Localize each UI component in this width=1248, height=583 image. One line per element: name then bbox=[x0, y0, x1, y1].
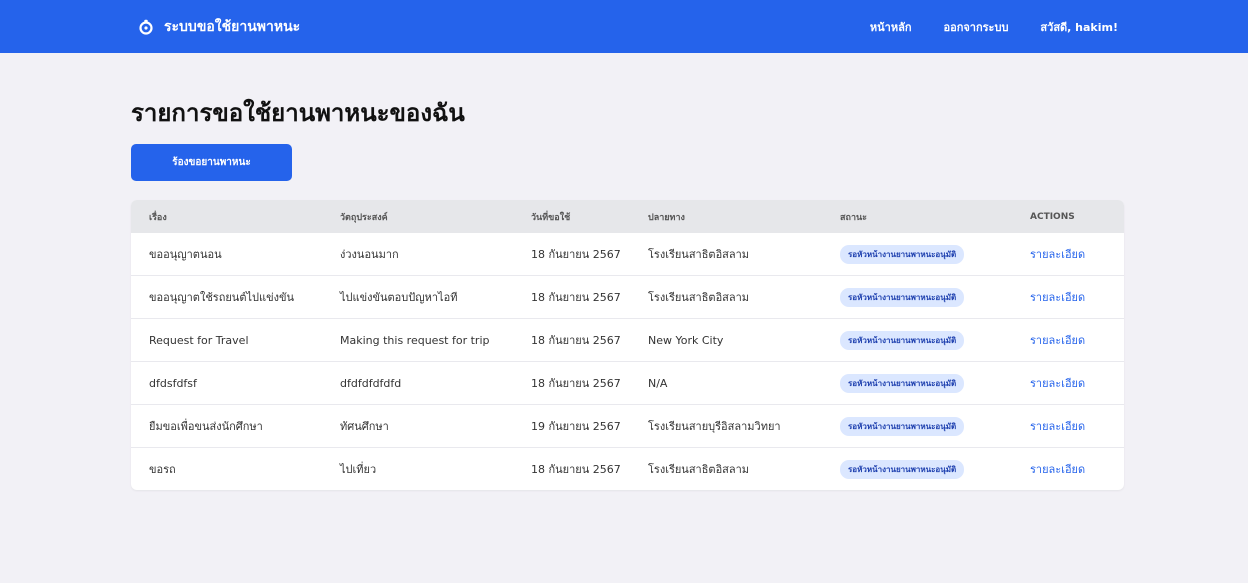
nav-logout-link[interactable]: ออกจากระบบ bbox=[943, 18, 1008, 36]
status-badge: รอหัวหน้างานยานพาหนะอนุมัติ bbox=[840, 373, 965, 393]
cell-purpose: ไปเที่ยว bbox=[322, 447, 513, 490]
cell-subject: ขออนุญาตนอน bbox=[149, 248, 222, 261]
cell-date: 18 กันยายน 2567 bbox=[513, 275, 630, 319]
table-row: ขออนุญาตนอน ง่วงนอนมาก 18 กันยายน 2567 โ… bbox=[131, 233, 1124, 276]
main-content: รายการขอใช้ยานพาหนะของฉัน ร้องขอยานพาหนะ… bbox=[0, 53, 1248, 490]
brand[interactable]: ระบบขอใช้ยานพาหนะ bbox=[138, 16, 300, 38]
cell-destination: โรงเรียนสาธิตอิสลาม bbox=[648, 248, 750, 261]
cell-status: รอหัวหน้างานยานพาหนะอนุมัติ bbox=[822, 447, 1012, 490]
column-header-destination: ปลายทาง bbox=[630, 200, 822, 233]
cell-status: รอหัวหน้างานยานพาหนะอนุมัติ bbox=[822, 404, 1012, 448]
cell-date: 18 กันยายน 2567 bbox=[531, 248, 621, 261]
column-header-purpose: วัตถุประสงค์ bbox=[322, 200, 513, 233]
cell-actions: รายละเอียด bbox=[1012, 361, 1124, 405]
page-title: รายการขอใช้ยานพาหนะของฉัน bbox=[131, 99, 465, 127]
brand-title: ระบบขอใช้ยานพาหนะ bbox=[164, 18, 301, 35]
requests-table-card: เรื่อง วัตถุประสงค์ วันที่ขอใช้ ปลายทาง … bbox=[131, 200, 1124, 490]
status-badge: รอหัวหน้างานยานพาหนะอนุมัติ bbox=[840, 459, 965, 479]
details-link[interactable]: รายละเอียด bbox=[1030, 420, 1085, 433]
details-link[interactable]: รายละเอียด bbox=[1030, 463, 1085, 476]
details-link[interactable]: รายละเอียด bbox=[1030, 248, 1085, 261]
cell-actions: รายละเอียด bbox=[1012, 233, 1124, 276]
cell-status: รอหัวหน้างานยานพาหนะอนุมัติ bbox=[822, 275, 1012, 319]
column-header-actions: ACTIONS bbox=[1012, 200, 1124, 233]
status-badge: รอหัวหน้างานยานพาหนะอนุมัติ bbox=[840, 287, 965, 307]
cell-subject: ขออนุญาตใช้รถยนต์ไปแข่งขัน bbox=[131, 275, 322, 319]
requests-table: เรื่อง วัตถุประสงค์ วันที่ขอใช้ ปลายทาง … bbox=[131, 200, 1124, 490]
column-header-status: สถานะ bbox=[822, 200, 1012, 233]
cell-purpose: ไปแข่งขันตอบปัญหาไอที bbox=[322, 275, 513, 319]
cell-date: 18 กันยายน 2567 bbox=[513, 361, 630, 405]
table-row: ขอรถ ไปเที่ยว 18 กันยายน 2567 โรงเรียนสา… bbox=[131, 447, 1124, 490]
column-header-date: วันที่ขอใช้ bbox=[513, 200, 630, 233]
table-header-row: เรื่อง วัตถุประสงค์ วันที่ขอใช้ ปลายทาง … bbox=[131, 200, 1124, 233]
table-row: ขออนุญาตใช้รถยนต์ไปแข่งขัน ไปแข่งขันตอบป… bbox=[131, 275, 1124, 319]
cell-purpose: ทัศนศึกษา bbox=[322, 404, 513, 448]
cell-actions: รายละเอียด bbox=[1012, 318, 1124, 362]
status-badge: รอหัวหน้างานยานพาหนะอนุมัติ bbox=[840, 330, 965, 350]
cell-destination: โรงเรียนสายบุรีอิสลามวิทยา bbox=[630, 404, 822, 448]
cell-purpose: Making this request for trip bbox=[322, 318, 513, 362]
request-vehicle-button[interactable]: ร้องขอยานพาหนะ bbox=[131, 144, 292, 181]
details-link[interactable]: รายละเอียด bbox=[1030, 377, 1085, 390]
cell-purpose: dfdfdfdfdfd bbox=[322, 361, 513, 405]
nav-home-link[interactable]: หน้าหลัก bbox=[870, 18, 912, 36]
cell-destination: โรงเรียนสาธิตอิสลาม bbox=[630, 275, 822, 319]
cell-actions: รายละเอียด bbox=[1012, 447, 1124, 490]
table-row: Request for Travel Making this request f… bbox=[131, 318, 1124, 362]
status-badge: รอหัวหน้างานยานพาหนะอนุมัติ bbox=[840, 416, 965, 436]
table-row: dfdsfdfsf dfdfdfdfdfd 18 กันยายน 2567 N/… bbox=[131, 361, 1124, 405]
cell-status: รอหัวหน้างานยานพาหนะอนุมัติ bbox=[822, 361, 1012, 405]
cell-subject: dfdsfdfsf bbox=[131, 361, 322, 405]
cell-destination: New York City bbox=[630, 318, 822, 362]
cell-subject: ขอรถ bbox=[131, 447, 322, 490]
cell-purpose: ง่วงนอนมาก bbox=[340, 248, 399, 261]
cell-subject: ยืมขอเพื่อขนส่งนักศึกษา bbox=[131, 404, 322, 448]
status-badge: รอหัวหน้างานยานพาหนะอนุมัติ bbox=[840, 244, 965, 264]
cell-subject: Request for Travel bbox=[131, 318, 322, 362]
column-header-subject: เรื่อง bbox=[131, 200, 322, 233]
table-row: ยืมขอเพื่อขนส่งนักศึกษา ทัศนศึกษา 19 กัน… bbox=[131, 404, 1124, 448]
top-navbar: ระบบขอใช้ยานพาหนะ หน้าหลัก ออกจากระบบ สว… bbox=[0, 0, 1248, 53]
cell-actions: รายละเอียด bbox=[1012, 404, 1124, 448]
cell-destination: N/A bbox=[630, 361, 822, 405]
details-link[interactable]: รายละเอียด bbox=[1030, 291, 1085, 304]
cell-status: รอหัวหน้างานยานพาหนะอนุมัติ bbox=[822, 233, 1012, 276]
details-link[interactable]: รายละเอียด bbox=[1030, 334, 1085, 347]
cell-date: 18 กันยายน 2567 bbox=[513, 447, 630, 490]
cell-status: รอหัวหน้างานยานพาหนะอนุมัติ bbox=[822, 318, 1012, 362]
main-nav: หน้าหลัก ออกจากระบบ สวัสดี, hakim! bbox=[870, 18, 1118, 36]
cell-date: 18 กันยายน 2567 bbox=[513, 318, 630, 362]
car-wheel-icon bbox=[139, 19, 153, 35]
cell-destination: โรงเรียนสาธิตอิสลาม bbox=[630, 447, 822, 490]
nav-user-greeting[interactable]: สวัสดี, hakim! bbox=[1040, 18, 1118, 36]
cell-date: 19 กันยายน 2567 bbox=[513, 404, 630, 448]
cell-actions: รายละเอียด bbox=[1012, 275, 1124, 319]
